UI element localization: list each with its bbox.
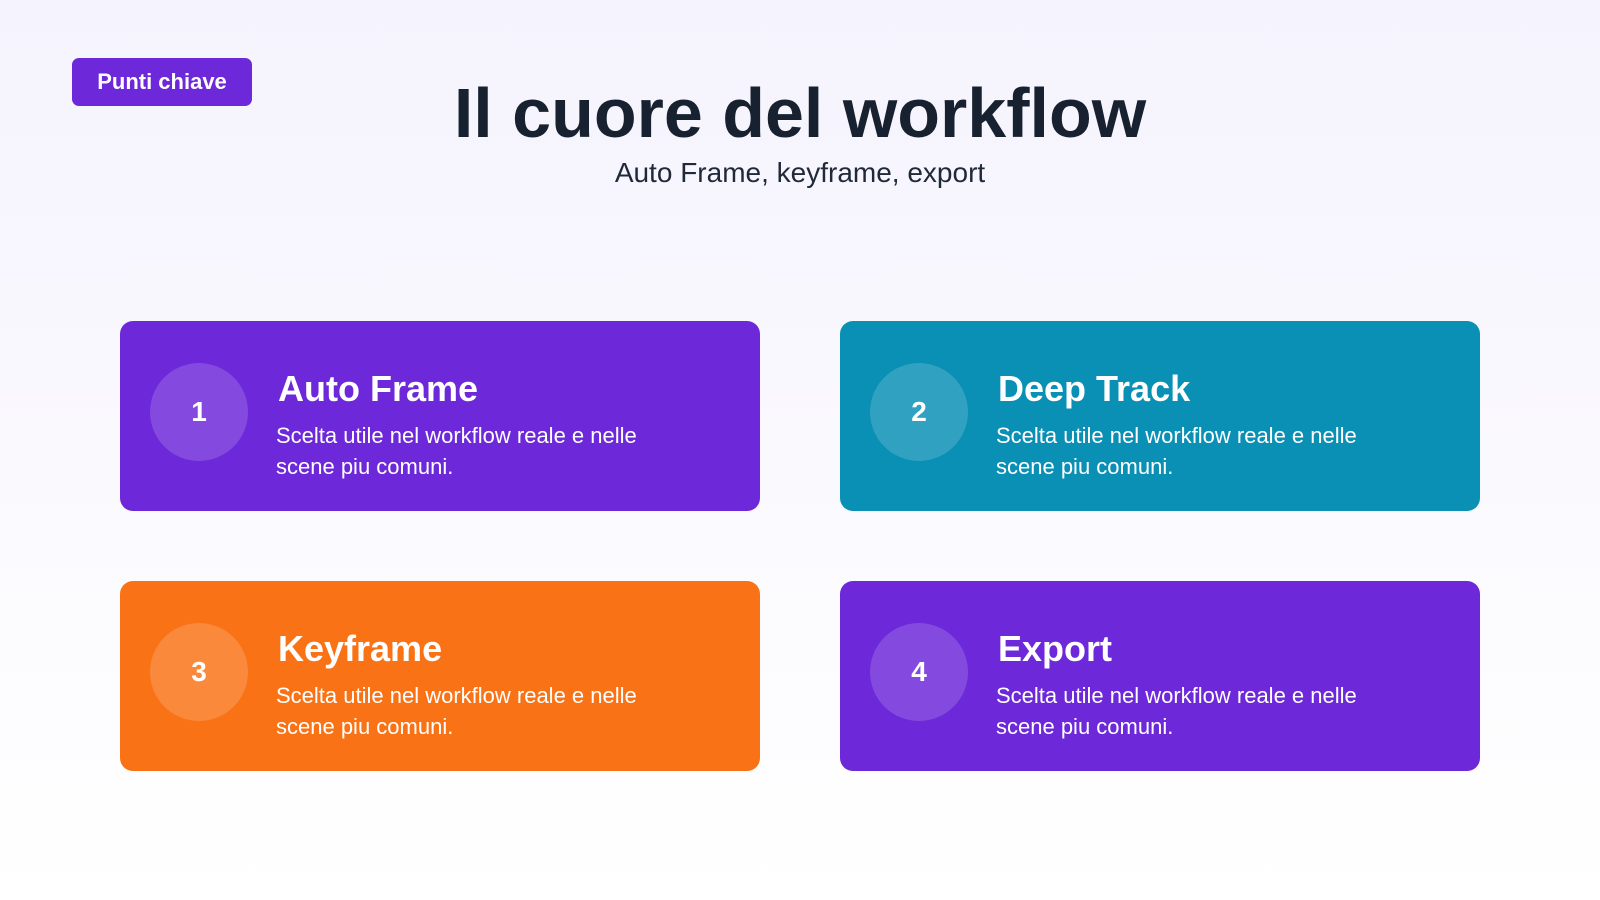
card-description: Scelta utile nel workflow reale e nelle … [276, 423, 637, 479]
card-deep-track: 2 Deep Track Scelta utile nel workflow r… [840, 321, 1480, 511]
number-circle: 2 [870, 363, 968, 461]
card-auto-frame: 1 Auto Frame Scelta utile nel workflow r… [120, 321, 760, 511]
number-circle: 1 [150, 363, 248, 461]
card-title: Deep Track [998, 368, 1191, 409]
card-description: Scelta utile nel workflow reale e nelle … [276, 683, 637, 739]
number-circle: 4 [870, 623, 968, 721]
card-title: Keyframe [278, 628, 443, 669]
card-title: Auto Frame [278, 368, 479, 409]
card-title: Export [998, 628, 1113, 669]
card-description: Scelta utile nel workflow reale e nelle … [996, 423, 1357, 479]
page-subtitle: Auto Frame, keyframe, export [614, 157, 986, 188]
header: Il cuore del workflow Auto Frame, keyfra… [0, 78, 1600, 190]
card-keyframe: 3 Keyframe Scelta utile nel workflow rea… [120, 581, 760, 771]
card-export: 4 Export Scelta utile nel workflow reale… [840, 581, 1480, 771]
number-circle: 3 [150, 623, 248, 721]
page-title: Il cuore del workflow [453, 74, 1147, 152]
card-description: Scelta utile nel workflow reale e nelle … [996, 683, 1357, 739]
